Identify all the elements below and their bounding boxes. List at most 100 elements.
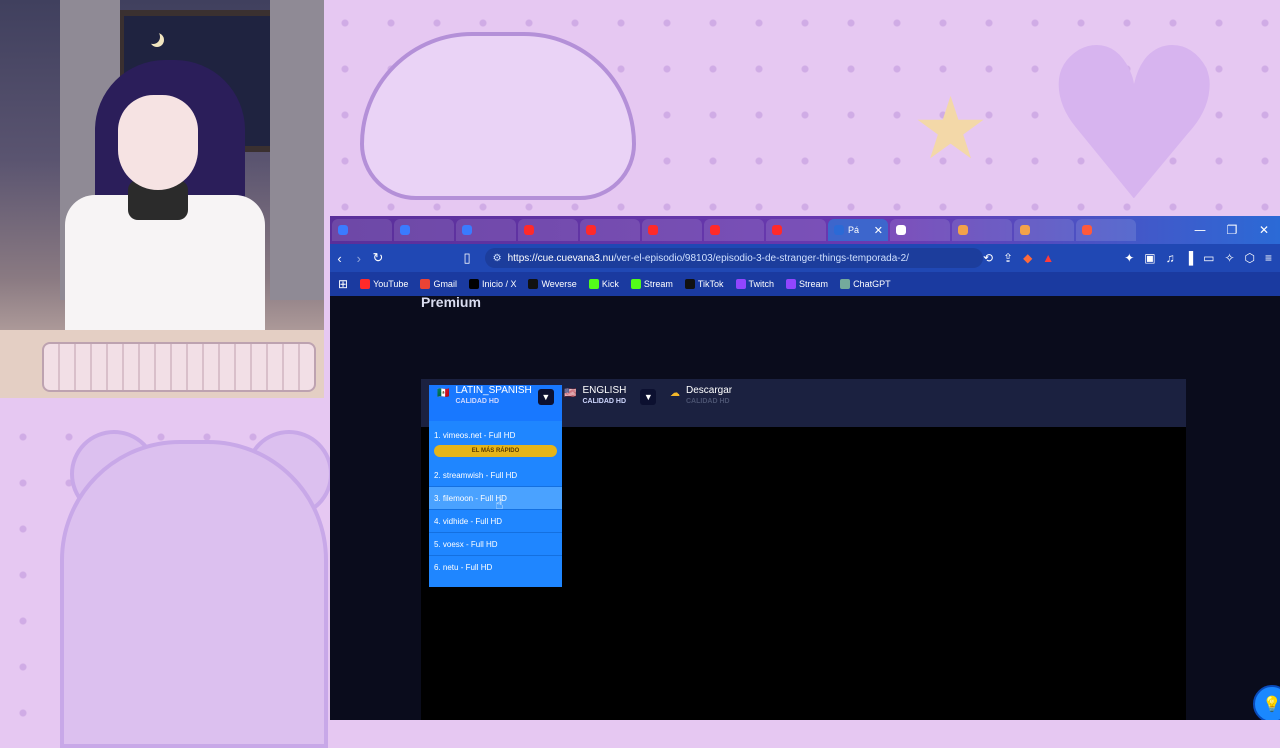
video-player[interactable]: 🇲🇽 LATIN_SPANISH CALIDAD HD ▼ 🇺🇸 ENGLISH…: [421, 379, 1280, 720]
forward-icon[interactable]: ›: [349, 251, 368, 266]
share-icon[interactable]: ⇪: [1003, 251, 1013, 265]
bookmark-label: Weverse: [541, 279, 577, 289]
browser-tab[interactable]: [332, 219, 392, 241]
bookmark-label: ChatGPT: [853, 279, 891, 289]
browser-tab[interactable]: [518, 219, 578, 241]
screenshot-icon[interactable]: ▣: [1144, 251, 1155, 265]
server-option-1[interactable]: 1. vimeos.net - Full HD: [429, 425, 562, 445]
bookmark-favicon-icon: [528, 279, 539, 289]
bookmark-weverse[interactable]: Weverse: [528, 279, 577, 289]
bookmark-favicon-icon: [420, 279, 431, 289]
close-window-icon[interactable]: ✕: [1248, 216, 1280, 244]
tab-favicon-icon: [834, 225, 844, 235]
bookmark-gmail[interactable]: Gmail: [420, 279, 457, 289]
bookmark-label: TikTok: [697, 279, 724, 289]
language-bar: 🇲🇽 LATIN_SPANISH CALIDAD HD ▼ 🇺🇸 ENGLISH…: [421, 379, 1186, 427]
browser-tab[interactable]: [952, 219, 1012, 241]
extensions-icon[interactable]: ✦: [1124, 251, 1134, 265]
rewards-icon[interactable]: ▲: [1042, 251, 1054, 265]
sidebar-icon[interactable]: ▐: [1185, 251, 1194, 265]
download-tab[interactable]: ☁ Descargar CALIDAD HD: [670, 385, 732, 421]
mexico-flag-icon: 🇲🇽: [437, 388, 450, 399]
history-icon[interactable]: ⟲: [983, 251, 993, 265]
tab-label: Pá: [848, 225, 860, 235]
reload-icon[interactable]: ↻: [368, 250, 387, 266]
window-controls: — ❐ ✕: [1184, 216, 1280, 244]
bookmark-favicon-icon: [468, 279, 479, 289]
bookmark-twitch[interactable]: Twitch: [735, 279, 774, 289]
toolbar-actions: ⟲ ⇪ ◆ ▲ ✦ ▣ ♫ ▐ ▭ ✧ ⬡ ≡: [983, 251, 1280, 265]
address-bar[interactable]: ⚙ https://cue.cuevana3.nu/ver-el-episodi…: [484, 248, 983, 268]
cloud-download-icon: ☁: [670, 388, 680, 399]
server-option-6[interactable]: 6. netu - Full HD: [429, 556, 562, 579]
tab-favicon-icon: [586, 225, 596, 235]
apps-icon[interactable]: ⊞: [338, 277, 348, 291]
tab-favicon-icon: [524, 225, 534, 235]
browser-tab[interactable]: [642, 219, 702, 241]
heart-decoration: ♥: [1040, 3, 1229, 248]
download-quality: CALIDAD HD: [686, 398, 730, 405]
bookmark-favicon-icon: [735, 279, 746, 289]
download-label: Descargar: [686, 385, 733, 396]
brave-shield-icon[interactable]: ◆: [1023, 251, 1032, 265]
bookmark-kick[interactable]: Kick: [588, 279, 619, 289]
music-icon[interactable]: ♫: [1166, 251, 1175, 265]
server-option-5[interactable]: 5. voesx - Full HD: [429, 533, 562, 556]
tab-favicon-icon: [462, 225, 472, 235]
tab-favicon-icon: [400, 225, 410, 235]
tab-favicon-icon: [958, 225, 968, 235]
premium-heading: Premium: [421, 294, 481, 310]
server-option-2[interactable]: 2. streamwish - Full HD: [429, 464, 562, 487]
server-option-4[interactable]: 4. vidhide - Full HD: [429, 510, 562, 533]
url-domain: https://cue.cuevana3.nu: [507, 252, 614, 264]
browser-tab[interactable]: Pá ✕: [828, 219, 888, 241]
bookmark-chatgpt[interactable]: ChatGPT: [840, 279, 891, 289]
bookmark-stream[interactable]: Stream: [630, 279, 673, 289]
chevron-down-icon[interactable]: ▼: [640, 389, 657, 405]
tab-favicon-icon: [1082, 225, 1092, 235]
restore-icon[interactable]: ❐: [1216, 216, 1248, 244]
vpn-icon[interactable]: ⬡: [1245, 251, 1255, 265]
lightbulb-button[interactable]: 💡: [1253, 685, 1280, 720]
bookmark-label: Stream: [643, 279, 673, 289]
bookmark-stream[interactable]: Stream: [786, 279, 828, 289]
tab-favicon-icon: [1020, 225, 1030, 235]
browser-tab[interactable]: [456, 219, 516, 241]
bookmark-favicon-icon: [360, 279, 371, 289]
language-quality: CALIDAD HD: [455, 398, 500, 405]
menu-icon[interactable]: ≡: [1265, 251, 1272, 265]
bookmark-inicio-x[interactable]: Inicio / X: [468, 279, 516, 289]
webcam-avatar: [0, 0, 324, 398]
browser-tab[interactable]: [704, 219, 764, 241]
bookmark-label: YouTube: [373, 279, 409, 289]
language-name: LATIN_SPANISH: [455, 385, 532, 396]
tab-favicon-icon: [338, 225, 348, 235]
close-tab-icon[interactable]: ✕: [874, 224, 883, 237]
language-tab-english[interactable]: 🇺🇸 ENGLISH CALIDAD HD ▼: [564, 385, 657, 421]
chevron-down-icon[interactable]: ▼: [537, 389, 554, 405]
bookmark-label: Stream: [799, 279, 829, 289]
browser-tab[interactable]: [890, 219, 950, 241]
tab-favicon-icon: [896, 225, 906, 235]
bookmark-youtube[interactable]: YouTube: [360, 279, 408, 289]
fastest-badge: EL MÁS RÁPIDO: [434, 445, 557, 457]
browser-tab[interactable]: [1014, 219, 1074, 241]
wallet-icon[interactable]: ▭: [1203, 251, 1214, 265]
browser-tab[interactable]: [394, 219, 454, 241]
browser-tab[interactable]: [766, 219, 826, 241]
back-icon[interactable]: ‹: [330, 251, 349, 266]
bookmark-favicon-icon: [786, 279, 797, 289]
bookmark-tiktok[interactable]: TikTok: [684, 279, 724, 289]
tab-favicon-icon: [772, 225, 782, 235]
language-name: ENGLISH: [582, 385, 627, 396]
usa-flag-icon: 🇺🇸: [564, 388, 577, 399]
leo-icon[interactable]: ✧: [1224, 251, 1234, 265]
browser-tab[interactable]: [580, 219, 640, 241]
site-info-icon[interactable]: ⚙: [493, 253, 502, 264]
bookmark-favicon-icon: [630, 279, 641, 289]
minimize-icon[interactable]: —: [1184, 216, 1216, 244]
bookmark-page-icon[interactable]: ▯: [457, 250, 476, 266]
tab-strip: Pá ✕ — ❐ ✕: [330, 216, 1280, 244]
hand-cursor-icon: ☝: [495, 497, 504, 513]
browser-tab[interactable]: [1076, 219, 1136, 241]
